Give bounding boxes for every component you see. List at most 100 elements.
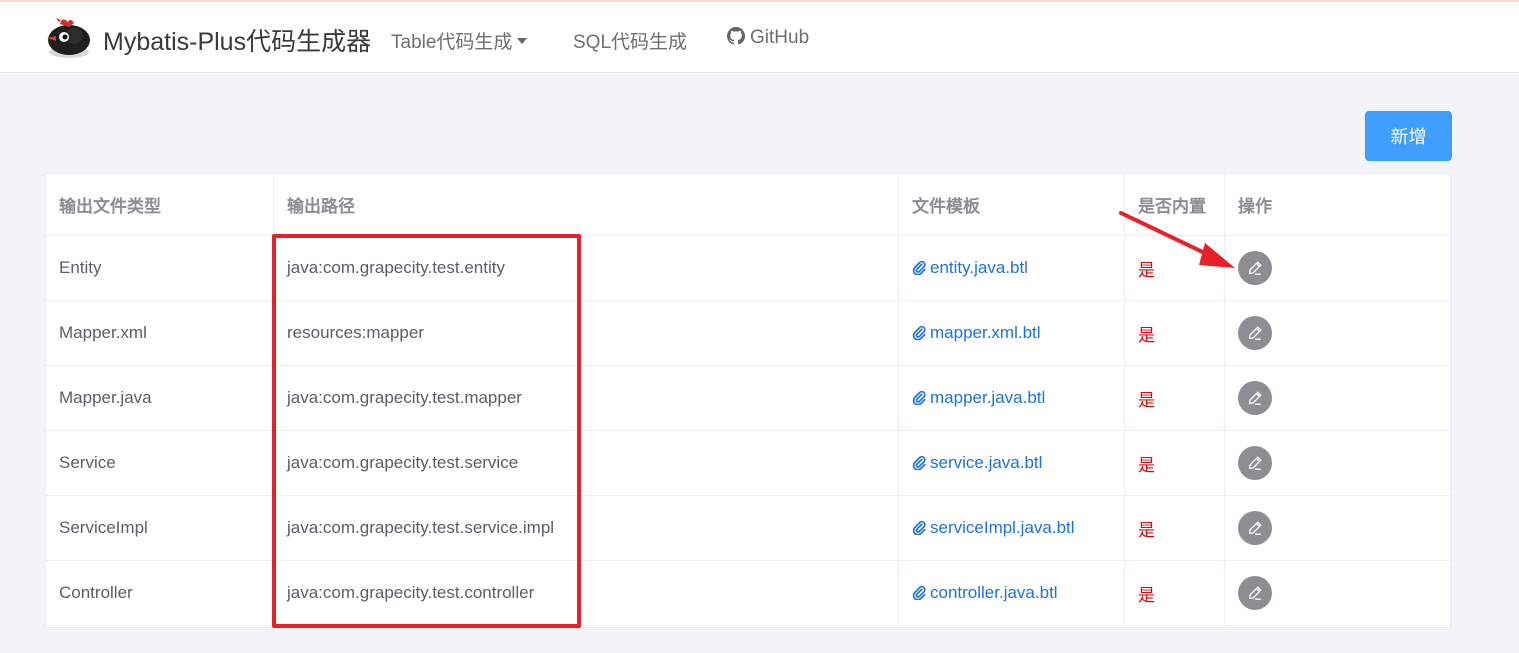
table-row: Controller java:com.grapecity.test.contr… bbox=[45, 560, 1452, 626]
output-config-table: 输出文件类型 输出路径 文件模板 是否内置 操作 Entity java:com… bbox=[45, 173, 1452, 628]
cell-operation bbox=[1224, 495, 1452, 561]
output-type-text: ServiceImpl bbox=[59, 518, 148, 537]
template-link[interactable]: serviceImpl.java.btl bbox=[912, 518, 1075, 537]
edit-button[interactable] bbox=[1238, 380, 1272, 415]
cell-builtin: 是 bbox=[1124, 365, 1225, 431]
pencil-icon bbox=[1248, 456, 1262, 470]
pencil-icon bbox=[1248, 391, 1262, 405]
nav-sql-codegen[interactable]: SQL代码生成 bbox=[573, 27, 687, 54]
paperclip-icon bbox=[912, 455, 927, 471]
cell-output-type: Mapper.xml bbox=[45, 300, 274, 366]
table-row: Mapper.xml resources:mapper mapper.xml.b… bbox=[45, 300, 1452, 366]
cell-operation bbox=[1224, 235, 1452, 301]
builtin-status-text: 是 bbox=[1138, 325, 1155, 345]
nav-github-label: GitHub bbox=[750, 27, 810, 48]
cell-builtin: 是 bbox=[1124, 300, 1225, 366]
output-type-text: Mapper.java bbox=[59, 388, 152, 407]
cell-output-type: Mapper.java bbox=[45, 365, 274, 431]
header-output-type: 输出文件类型 bbox=[45, 173, 274, 236]
output-type-text: Service bbox=[59, 453, 116, 472]
paperclip-icon bbox=[912, 520, 927, 536]
template-link-label: entity.java.btl bbox=[930, 258, 1028, 277]
cell-operation bbox=[1224, 300, 1452, 366]
cell-operation bbox=[1224, 560, 1452, 626]
cell-output-type: Service bbox=[45, 430, 274, 496]
table-row: Mapper.java java:com.grapecity.test.mapp… bbox=[45, 365, 1452, 431]
add-button[interactable]: 新增 bbox=[1365, 111, 1452, 161]
cell-operation bbox=[1224, 430, 1452, 496]
caret-down-icon bbox=[517, 37, 528, 44]
header-template: 文件模板 bbox=[898, 173, 1125, 236]
nav-table-codegen-label: Table代码生成 bbox=[391, 32, 513, 53]
header-builtin: 是否内置 bbox=[1124, 173, 1225, 236]
cell-output-type: Entity bbox=[45, 235, 274, 301]
cell-builtin: 是 bbox=[1124, 430, 1225, 496]
edit-button[interactable] bbox=[1238, 315, 1272, 350]
edit-button[interactable] bbox=[1238, 250, 1272, 285]
output-type-text: Mapper.xml bbox=[59, 323, 147, 342]
cell-template: mapper.java.btl bbox=[898, 365, 1125, 431]
header-output-path: 输出路径 bbox=[273, 173, 899, 236]
cell-output-type: ServiceImpl bbox=[45, 495, 274, 561]
edit-button[interactable] bbox=[1238, 445, 1272, 480]
cell-operation bbox=[1224, 365, 1452, 431]
template-link-label: controller.java.btl bbox=[930, 583, 1058, 602]
cell-template: controller.java.btl bbox=[898, 560, 1125, 626]
pencil-icon bbox=[1248, 521, 1262, 535]
nav-sql-codegen-label: SQL代码生成 bbox=[573, 32, 688, 53]
table-row: Entity java:com.grapecity.test.entity en… bbox=[45, 235, 1452, 301]
nav-github[interactable]: GitHub bbox=[727, 27, 809, 49]
template-link[interactable]: mapper.java.btl bbox=[912, 388, 1045, 407]
template-link[interactable]: service.java.btl bbox=[912, 453, 1042, 472]
builtin-status-text: 是 bbox=[1138, 520, 1155, 540]
cell-builtin: 是 bbox=[1124, 495, 1225, 561]
template-link[interactable]: mapper.xml.btl bbox=[912, 323, 1041, 342]
table-row: Service java:com.grapecity.test.service … bbox=[45, 430, 1452, 496]
pencil-icon bbox=[1248, 261, 1262, 275]
output-path-text: resources:mapper bbox=[287, 323, 425, 342]
table-row: ServiceImpl java:com.grapecity.test.serv… bbox=[45, 495, 1452, 561]
paperclip-icon bbox=[912, 260, 927, 276]
template-link[interactable]: entity.java.btl bbox=[912, 258, 1028, 277]
pencil-icon bbox=[1248, 586, 1262, 600]
brand-logo-icon[interactable] bbox=[44, 14, 94, 60]
header-operation: 操作 bbox=[1224, 173, 1452, 236]
template-link-label: serviceImpl.java.btl bbox=[930, 518, 1075, 537]
template-link[interactable]: controller.java.btl bbox=[912, 583, 1058, 602]
builtin-status-text: 是 bbox=[1138, 455, 1155, 475]
builtin-status-text: 是 bbox=[1138, 260, 1155, 280]
template-link-label: service.java.btl bbox=[930, 453, 1043, 472]
cell-template: mapper.xml.btl bbox=[898, 300, 1125, 366]
pencil-icon bbox=[1248, 326, 1262, 340]
nav-table-codegen[interactable]: Table代码生成 bbox=[391, 27, 528, 54]
brand-title[interactable]: Mybatis-Plus代码生成器 bbox=[103, 22, 371, 58]
output-path-text: java:com.grapecity.test.service.impl bbox=[287, 518, 555, 537]
output-path-text: java:com.grapecity.test.mapper bbox=[287, 388, 522, 407]
cell-output-path: java:com.grapecity.test.mapper bbox=[273, 365, 899, 431]
cell-builtin: 是 bbox=[1124, 560, 1225, 626]
paperclip-icon bbox=[912, 390, 927, 406]
output-path-text: java:com.grapecity.test.entity bbox=[287, 258, 505, 277]
github-icon bbox=[727, 27, 745, 45]
builtin-status-text: 是 bbox=[1138, 390, 1155, 410]
edit-button[interactable] bbox=[1238, 575, 1272, 610]
cell-output-path: java:com.grapecity.test.service.impl bbox=[273, 495, 899, 561]
paperclip-icon bbox=[912, 325, 927, 341]
cell-output-path: java:com.grapecity.test.controller bbox=[273, 560, 899, 626]
output-path-text: java:com.grapecity.test.service bbox=[287, 453, 519, 472]
output-path-text: java:com.grapecity.test.controller bbox=[287, 583, 535, 602]
cell-output-type: Controller bbox=[45, 560, 274, 626]
template-link-label: mapper.java.btl bbox=[930, 388, 1046, 407]
output-type-text: Controller bbox=[59, 583, 133, 602]
cell-template: serviceImpl.java.btl bbox=[898, 495, 1125, 561]
output-type-text: Entity bbox=[59, 258, 102, 277]
cell-output-path: resources:mapper bbox=[273, 300, 899, 366]
navbar: Mybatis-Plus代码生成器 Table代码生成 SQL代码生成 GitH… bbox=[0, 2, 1519, 73]
table-header-row: 输出文件类型 输出路径 文件模板 是否内置 操作 bbox=[45, 173, 1452, 236]
builtin-status-text: 是 bbox=[1138, 585, 1155, 605]
cell-template: entity.java.btl bbox=[898, 235, 1125, 301]
edit-button[interactable] bbox=[1238, 510, 1272, 545]
paperclip-icon bbox=[912, 585, 927, 601]
template-link-label: mapper.xml.btl bbox=[930, 323, 1041, 342]
cell-builtin: 是 bbox=[1124, 235, 1225, 301]
